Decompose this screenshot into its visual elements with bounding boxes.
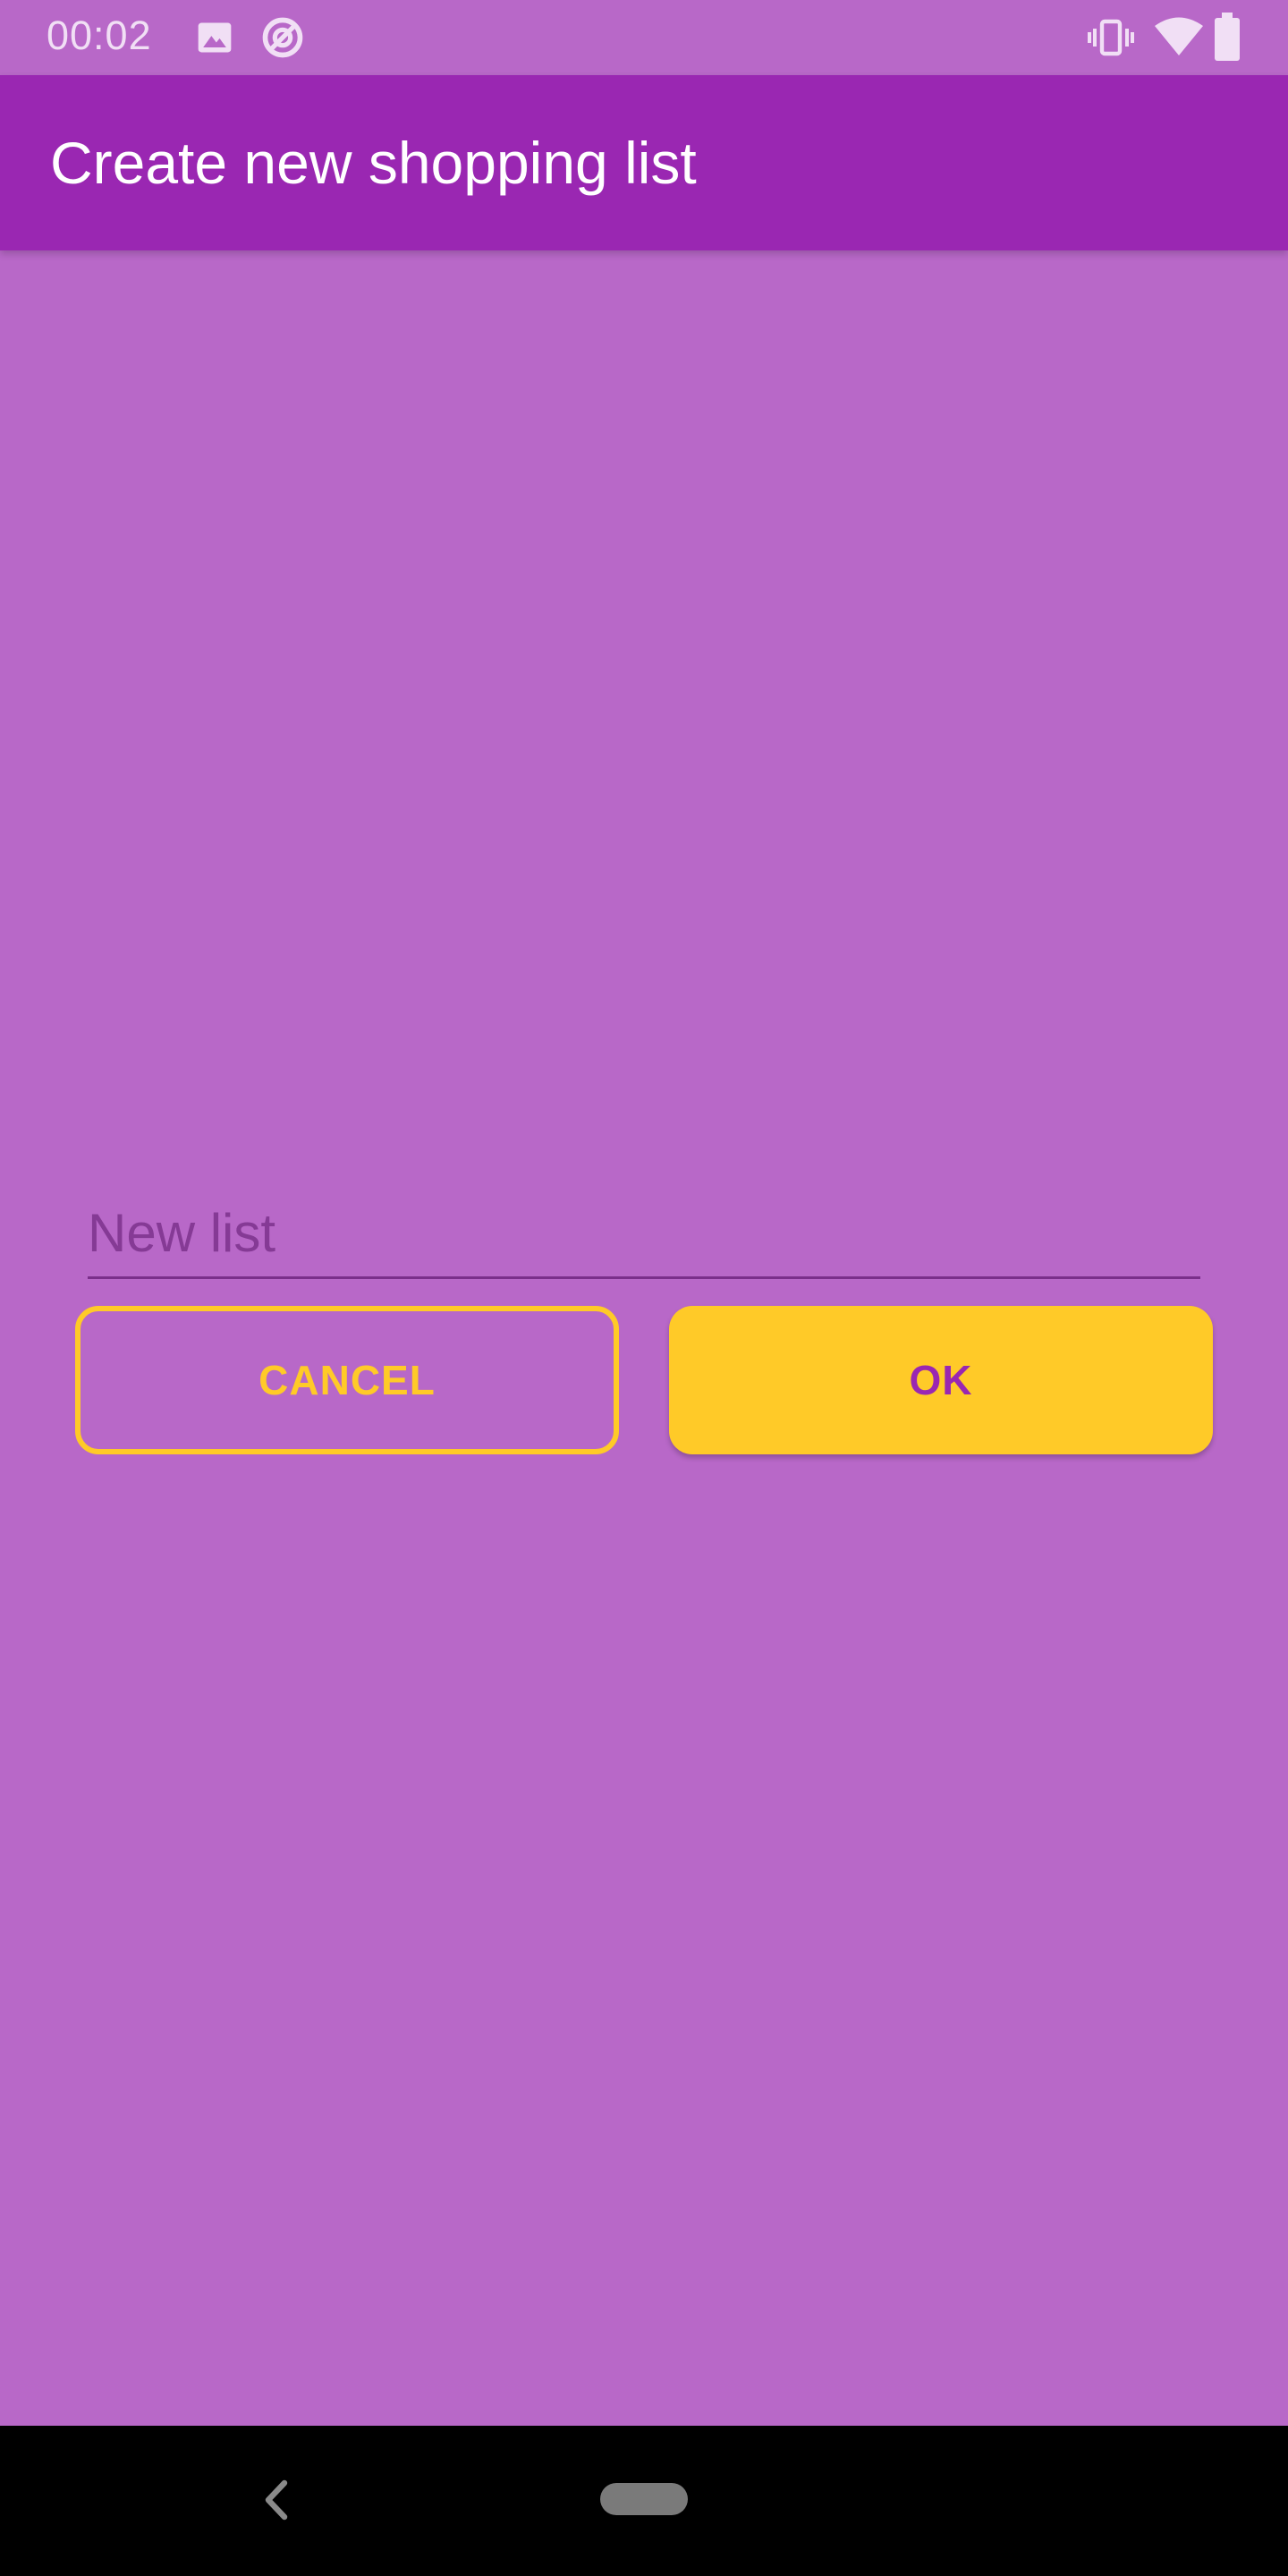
list-name-input[interactable] <box>88 1190 1200 1279</box>
status-bar: 00:02 <box>0 0 1288 75</box>
status-time: 00:02 <box>47 13 152 58</box>
wifi-icon <box>1155 17 1203 55</box>
data-saver-icon <box>262 17 303 58</box>
navigation-bar <box>0 2426 1288 2576</box>
image-icon <box>198 22 232 53</box>
cancel-button[interactable]: CANCEL <box>75 1306 619 1454</box>
home-pill-icon[interactable] <box>600 2483 688 2515</box>
ok-button[interactable]: OK <box>669 1306 1213 1454</box>
app-bar: Create new shopping list <box>0 75 1288 250</box>
screen: 00:02 Create new shopping list New list … <box>0 0 1288 2576</box>
back-icon[interactable] <box>259 2478 293 2522</box>
page-title: Create new shopping list <box>50 130 697 196</box>
battery-icon <box>1215 13 1240 61</box>
vibrate-icon <box>1088 19 1134 56</box>
